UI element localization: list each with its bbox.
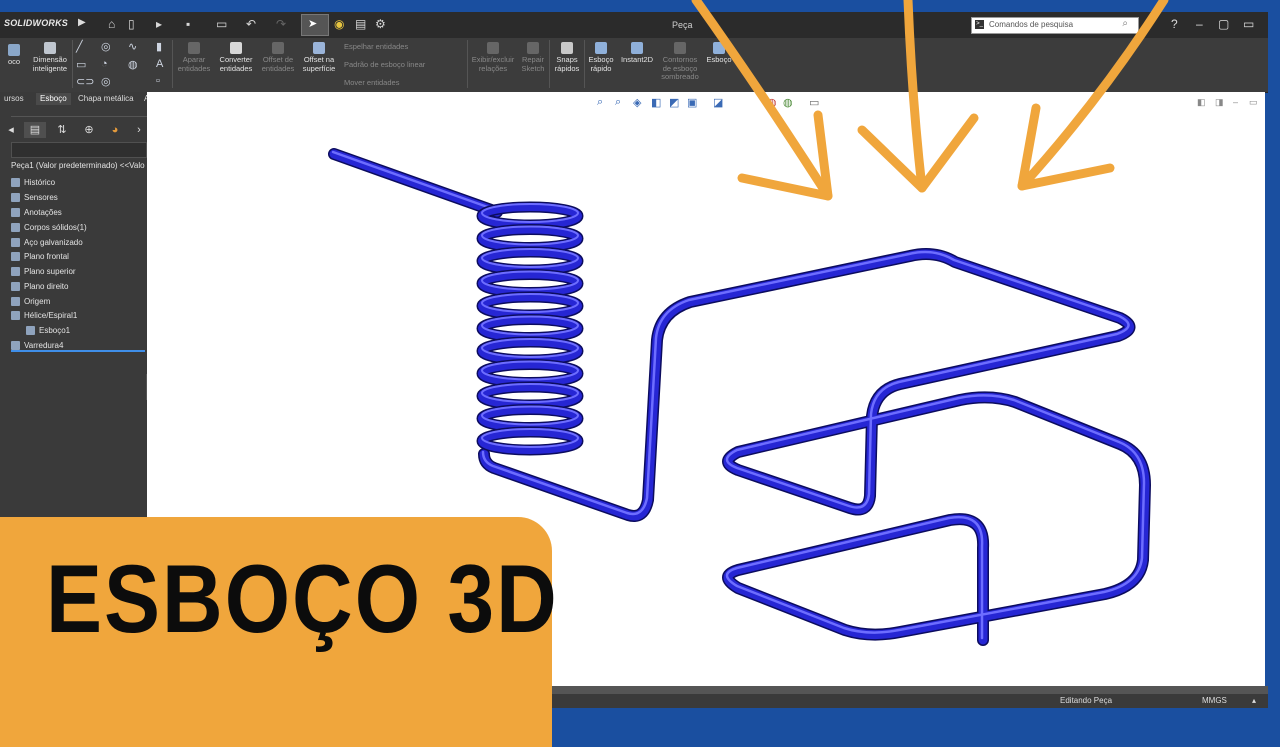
arrow-left <box>691 0 833 201</box>
arrow-middle <box>903 0 927 193</box>
headline-text: ESBOÇO 3D <box>46 544 559 653</box>
arrow-right <box>1017 0 1169 191</box>
